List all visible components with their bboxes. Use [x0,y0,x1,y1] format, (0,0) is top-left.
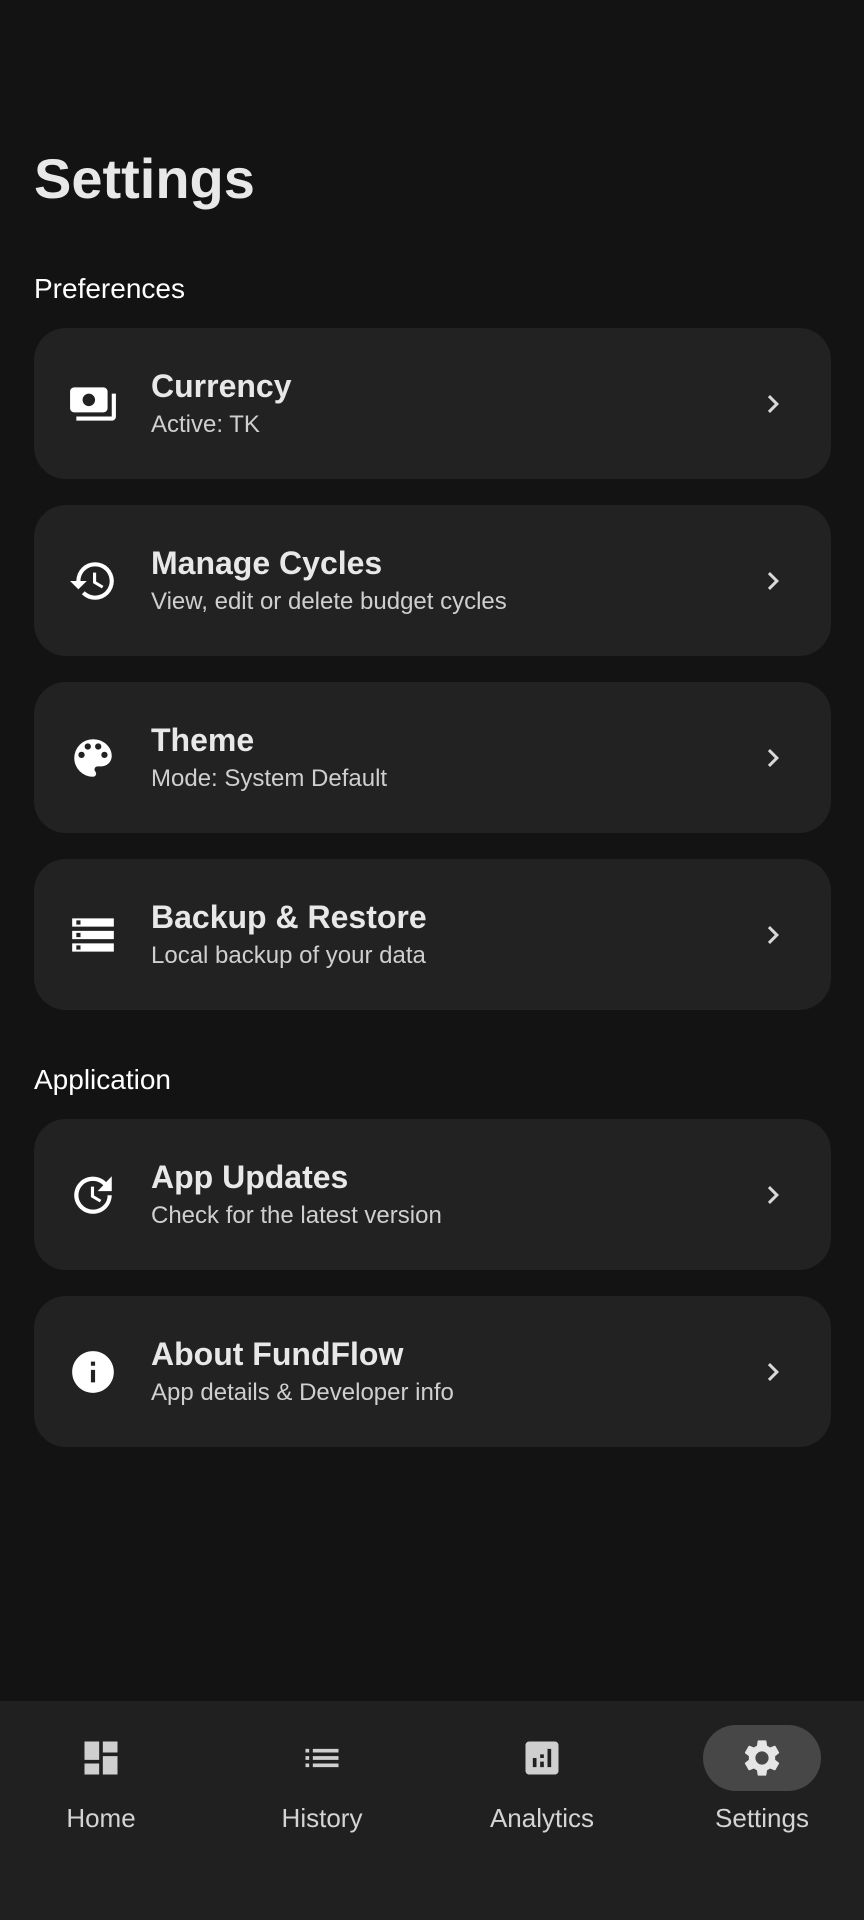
nav-item-settings[interactable]: Settings [662,1725,862,1855]
settings-screen: Settings Preferences Currency Active: TK… [0,0,864,1920]
currency-setting-card[interactable]: Currency Active: TK [34,328,831,479]
chevron-right-icon [755,740,791,776]
nav-pill-active [703,1725,821,1791]
app-updates-setting-card[interactable]: App Updates Check for the latest version [34,1119,831,1270]
nav-label-analytics: Analytics [489,1803,595,1833]
nav-pill [483,1725,601,1791]
currency-subtitle: Active: TK [151,411,260,438]
nav-label-home: Home [66,1803,136,1833]
payments-icon [68,379,118,429]
storage-icon [68,910,118,960]
nav-item-home[interactable]: Home [1,1725,201,1855]
chevron-right-icon [755,386,791,422]
app-updates-title: App Updates [151,1159,349,1195]
chevron-right-icon [755,1177,791,1213]
nav-label-settings: Settings [715,1803,809,1833]
backup-restore-setting-card[interactable]: Backup & Restore Local backup of your da… [34,859,831,1010]
manage-cycles-setting-card[interactable]: Manage Cycles View, edit or delete budge… [34,505,831,656]
nav-item-analytics[interactable]: Analytics [442,1725,642,1855]
chevron-right-icon [755,917,791,953]
theme-title: Theme [151,722,255,758]
chevron-right-icon [755,1354,791,1390]
analytics-icon [525,1741,559,1775]
page-title: Settings [34,147,255,210]
nav-item-history[interactable]: History [222,1725,422,1855]
section-header-application: Application [34,1064,171,1095]
update-icon [68,1170,118,1220]
chevron-right-icon [755,563,791,599]
history-icon [68,556,118,606]
palette-icon [68,733,118,783]
about-title: About FundFlow [151,1336,404,1372]
theme-subtitle: Mode: System Default [151,765,388,792]
about-subtitle: App details & Developer info [151,1379,454,1406]
theme-setting-card[interactable]: Theme Mode: System Default [34,682,831,833]
backup-restore-title: Backup & Restore [151,899,427,935]
nav-pill [263,1725,381,1791]
currency-title: Currency [151,368,292,404]
list-icon [305,1748,339,1768]
bottom-navigation-bar: Home History Analytics Settings [0,1701,864,1920]
gear-icon [744,1740,780,1776]
section-header-preferences: Preferences [34,273,185,304]
nav-pill [42,1725,160,1791]
app-updates-subtitle: Check for the latest version [151,1202,442,1229]
dashboard-icon [84,1741,118,1775]
about-setting-card[interactable]: About FundFlow App details & Developer i… [34,1296,831,1447]
backup-restore-subtitle: Local backup of your data [151,942,426,969]
manage-cycles-subtitle: View, edit or delete budget cycles [151,588,507,615]
manage-cycles-title: Manage Cycles [151,545,383,581]
nav-label-history: History [281,1803,363,1833]
info-icon [68,1347,118,1397]
